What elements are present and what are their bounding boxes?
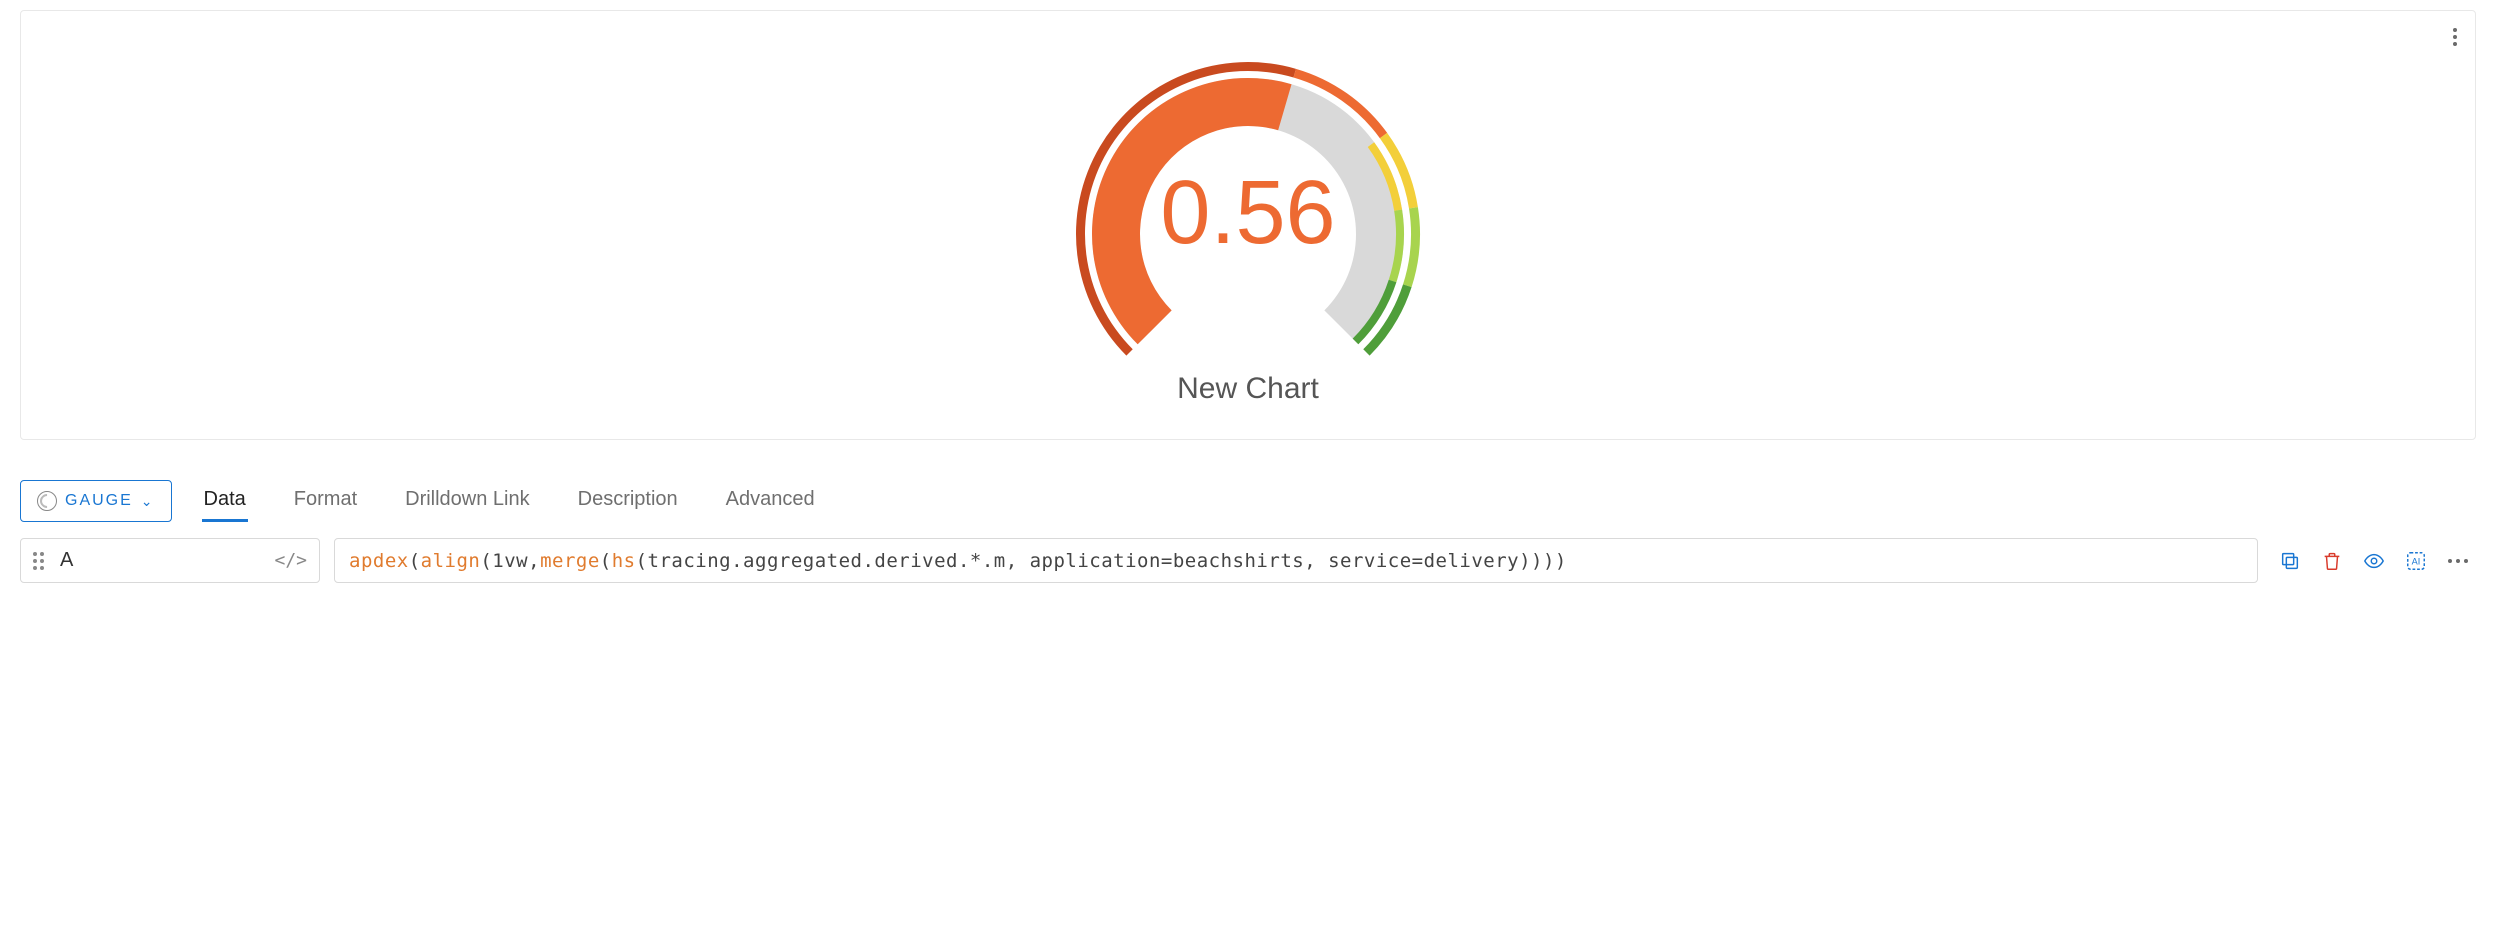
panel-menu-button[interactable] [2453,25,2457,49]
config-row: GAUGE ⌄ Data Format Drilldown Link Descript… [20,480,2476,532]
tab-data[interactable]: Data [202,480,248,522]
query-token: ( [600,550,612,572]
query-token: (1vw, [480,550,540,572]
query-token-fn: hs [612,550,636,572]
ai-assist-icon[interactable]: AI [2404,549,2428,573]
query-token: (tracing.aggregated.derived.*.m, applica… [636,550,1567,572]
gauge-svg: 0.56 [1048,44,1448,364]
chart-type-dropdown[interactable]: GAUGE ⌄ [20,480,172,522]
chart-type-label: GAUGE [65,492,133,510]
tab-format[interactable]: Format [292,480,359,522]
query-actions: AI [2272,538,2476,583]
gauge-value-text: 0.56 [1160,163,1335,263]
chevron-down-icon: ⌄ [141,493,155,510]
query-token: ( [409,550,421,572]
query-token-fn: align [421,550,481,572]
tab-description[interactable]: Description [576,480,680,522]
visibility-icon[interactable] [2362,549,2386,573]
gauge-icon [37,491,57,511]
query-row: A </> apdex(align(1vw, merge(hs(tracing.… [20,538,2476,583]
query-name-box: A </> [20,538,320,583]
gauge-chart: 0.56 New Chart [1048,44,1448,406]
query-name[interactable]: A [56,539,262,582]
chart-title: New Chart [1177,372,1319,406]
tab-drilldown-link[interactable]: Drilldown Link [403,480,532,522]
query-expression-input[interactable]: apdex(align(1vw, merge(hs(tracing.aggreg… [334,538,2258,583]
tab-advanced[interactable]: Advanced [724,480,817,522]
chart-panel: 0.56 New Chart [20,10,2476,440]
copy-icon[interactable] [2278,549,2302,573]
drag-handle-icon[interactable] [33,552,44,570]
code-toggle-icon[interactable]: </> [274,550,307,571]
tabs: Data Format Drilldown Link Description Advan… [202,480,817,522]
svg-text:AI: AI [2412,556,2421,566]
query-menu-button[interactable] [2446,549,2470,573]
query-token-fn: apdex [349,550,409,572]
delete-icon[interactable] [2320,549,2344,573]
query-token-fn: merge [540,550,600,572]
